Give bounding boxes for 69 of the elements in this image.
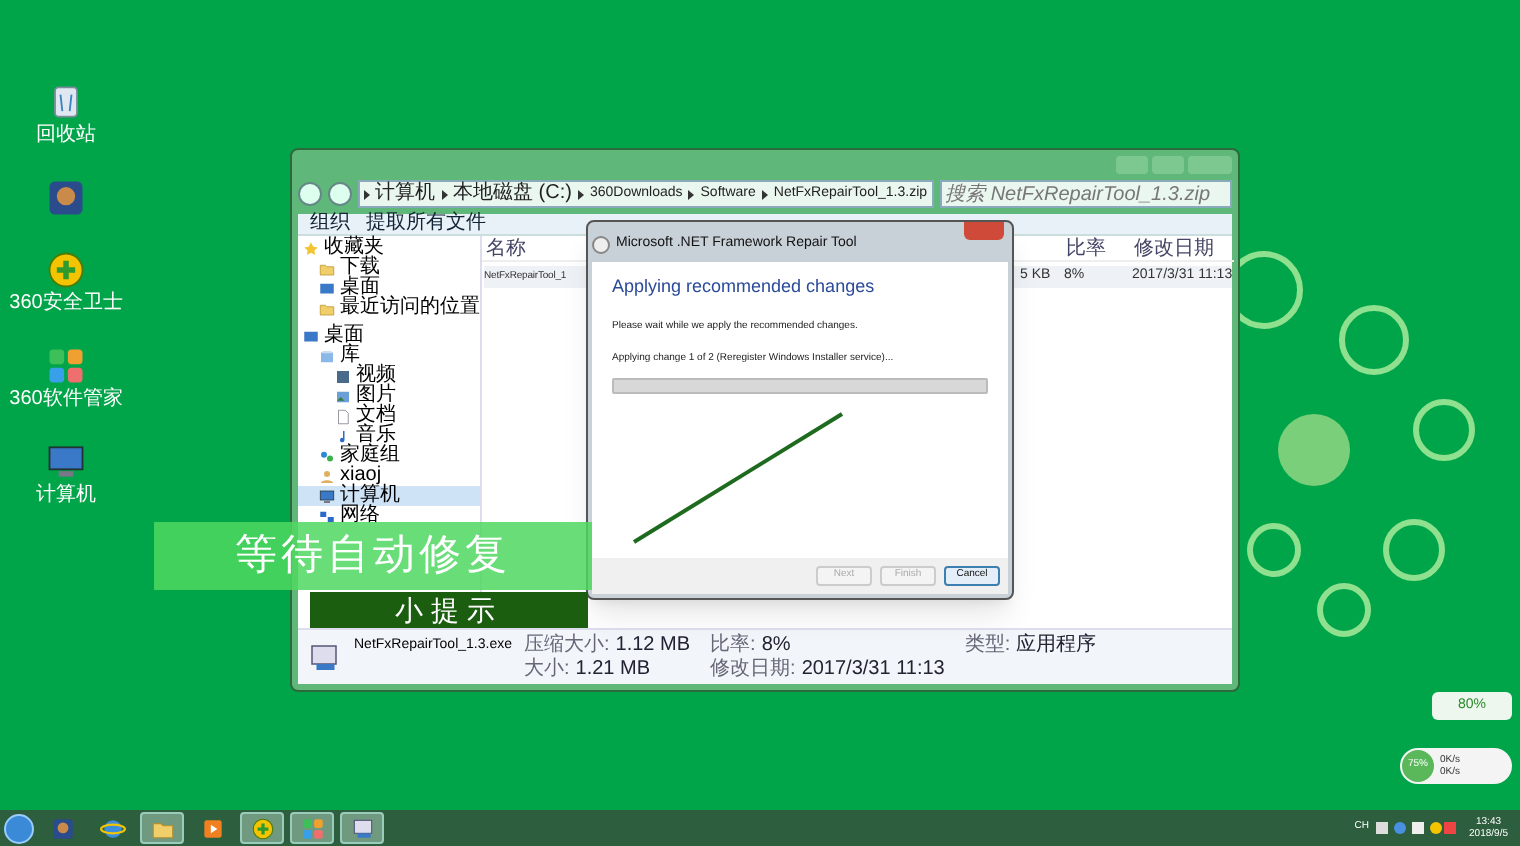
dialog-heading: Applying recommended changes [612,274,877,300]
nav-item[interactable]: 收藏夹 [298,238,480,258]
group-icon [318,447,336,465]
detail-value: 1.12 MB [615,633,691,657]
folder-icon [318,299,336,317]
video-icon [334,367,352,385]
shield-icon [44,248,88,292]
nav-item[interactable]: 最近访问的位置 [298,298,480,318]
chevron-icon [577,189,584,199]
nav-item[interactable]: 库 [298,346,480,366]
start-button[interactable] [4,813,34,843]
detail-label: 修改日期: [710,657,796,681]
nav-item[interactable]: 下载 [298,258,480,278]
tray-icons-drawing [1375,820,1456,836]
breadcrumb[interactable]: 计算机 [375,182,435,206]
nav-item[interactable]: 桌面 [298,278,480,298]
nav-item[interactable]: 计算机 [298,486,480,506]
detail-value: 2017/3/31 11:13 [801,657,945,681]
taskbar-button[interactable] [140,812,184,844]
nav-item[interactable]: 桌面 [298,326,480,346]
nav-item[interactable]: 图片 [298,386,480,406]
picture-icon [334,387,352,405]
toolbar-button[interactable]: 提取所有文件 [366,214,486,234]
back-button[interactable] [298,182,322,206]
breadcrumb[interactable]: 本地磁盘 (C:) [453,182,572,206]
library-icon [318,347,336,365]
window-orb [592,235,610,253]
detail-value: 应用程序 [1016,633,1097,657]
nav-item[interactable]: xiaoj [298,466,480,486]
network-icon [318,507,336,525]
nav-item[interactable]: 网络 [298,506,480,526]
desktop-icon [318,279,336,297]
chevron-icon [761,189,768,199]
apps-icon [299,815,325,841]
nav-item[interactable]: 文档 [298,406,480,426]
taskbar-button[interactable] [340,812,384,844]
close-button[interactable] [964,222,1004,240]
media-icon [49,815,75,841]
media-icon [44,176,88,220]
detail-label: 类型: [964,633,1011,657]
star-icon [302,239,320,257]
browser-icon [99,815,125,841]
nav-item[interactable]: 家庭组 [298,446,480,466]
apps-icon [44,344,88,388]
user-icon [318,467,336,485]
detail-label: 大小: [524,657,570,681]
tip-label: 小提示 [395,591,503,629]
detail-value: 8% [761,633,791,657]
desktop-icon [302,327,320,345]
search-field[interactable]: 搜索 NetFxRepairTool_1.3.zip [939,180,1232,208]
taskbar-button[interactable] [240,812,284,844]
doc-icon [334,407,352,425]
chevron-icon [363,189,369,199]
player-icon [199,815,225,841]
column-header[interactable]: 比率 [1066,233,1134,263]
toolbar-button[interactable]: 组织 [310,214,350,234]
detail-label: 压缩大小: [524,633,610,657]
nav-item[interactable]: 音乐 [298,426,480,446]
shield-icon [249,815,275,841]
detail-label: 比率: [710,633,756,657]
folder-icon [318,259,336,277]
detail-value: 1.21 MB [575,657,651,681]
chevron-icon [688,189,695,199]
nav-item[interactable]: 视频 [298,366,480,386]
computer-icon [318,487,336,505]
chevron-icon [441,189,447,199]
column-header[interactable]: 修改日期 [1134,233,1214,263]
forward-button[interactable] [327,182,351,206]
caption-title: 等待自动修复 [235,530,511,583]
